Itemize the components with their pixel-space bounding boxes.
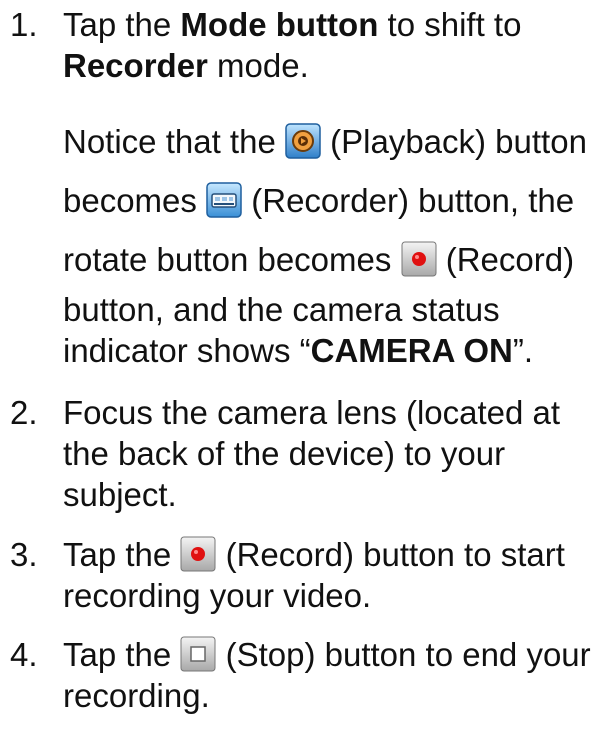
text-fragment: (Stop) button to end your xyxy=(216,636,591,673)
instruction-page: 1. Tap the Mode button to shift to Recor… xyxy=(0,0,614,742)
step-text: Tap the (Record) button to start recordi… xyxy=(63,534,608,616)
text-line: button, and the camera status xyxy=(63,291,500,328)
text-fragment: ”. xyxy=(512,332,534,369)
step-number: 1. xyxy=(10,6,38,43)
step-number: 3. xyxy=(10,536,38,573)
emphasis-camera-on: CAMERA ON xyxy=(310,332,513,369)
text-fragment: to shift to xyxy=(378,6,522,43)
step-number: 2. xyxy=(10,394,38,431)
text-fragment: (Record) xyxy=(436,241,575,278)
text-fragment: (Playback) button xyxy=(320,123,587,160)
emphasis-recorder: Recorder xyxy=(63,47,208,84)
text-fragment: indicator shows “ xyxy=(63,332,311,369)
text-fragment: Tap the xyxy=(63,636,181,673)
step-number: 4. xyxy=(10,636,38,673)
step-text: Tap the Mode button to shift to Recorder… xyxy=(63,4,608,86)
text-fragment: (Record) button to start xyxy=(216,536,565,573)
text-line: recording your video. xyxy=(63,577,372,615)
recorder-icon xyxy=(206,182,242,219)
text-line: the back of the device) to your xyxy=(63,435,506,472)
text-fragment: (Recorder) button, the xyxy=(242,182,575,219)
stop-icon xyxy=(180,636,216,672)
record-icon xyxy=(180,536,216,572)
step-text: Tap the (Stop) button to end your record… xyxy=(63,634,608,716)
text-line: recording. xyxy=(63,677,210,715)
playback-icon xyxy=(285,123,321,160)
text-fragment: rotate button becomes xyxy=(63,241,401,278)
text-fragment: becomes xyxy=(63,182,207,219)
text-fragment: Tap the xyxy=(63,6,181,43)
text-line: subject. xyxy=(63,476,177,513)
text-fragment: mode. xyxy=(207,47,309,84)
text-fragment: Tap the xyxy=(63,536,181,573)
note-text: Notice that the (Playback) button become… xyxy=(63,112,608,371)
record-icon xyxy=(401,241,437,277)
text-line: Focus the camera lens (located at xyxy=(63,394,561,431)
step-text: Focus the camera lens (located at the ba… xyxy=(63,392,608,515)
text-fragment: Notice that the xyxy=(63,123,285,160)
emphasis-mode-button: Mode button xyxy=(180,6,379,43)
